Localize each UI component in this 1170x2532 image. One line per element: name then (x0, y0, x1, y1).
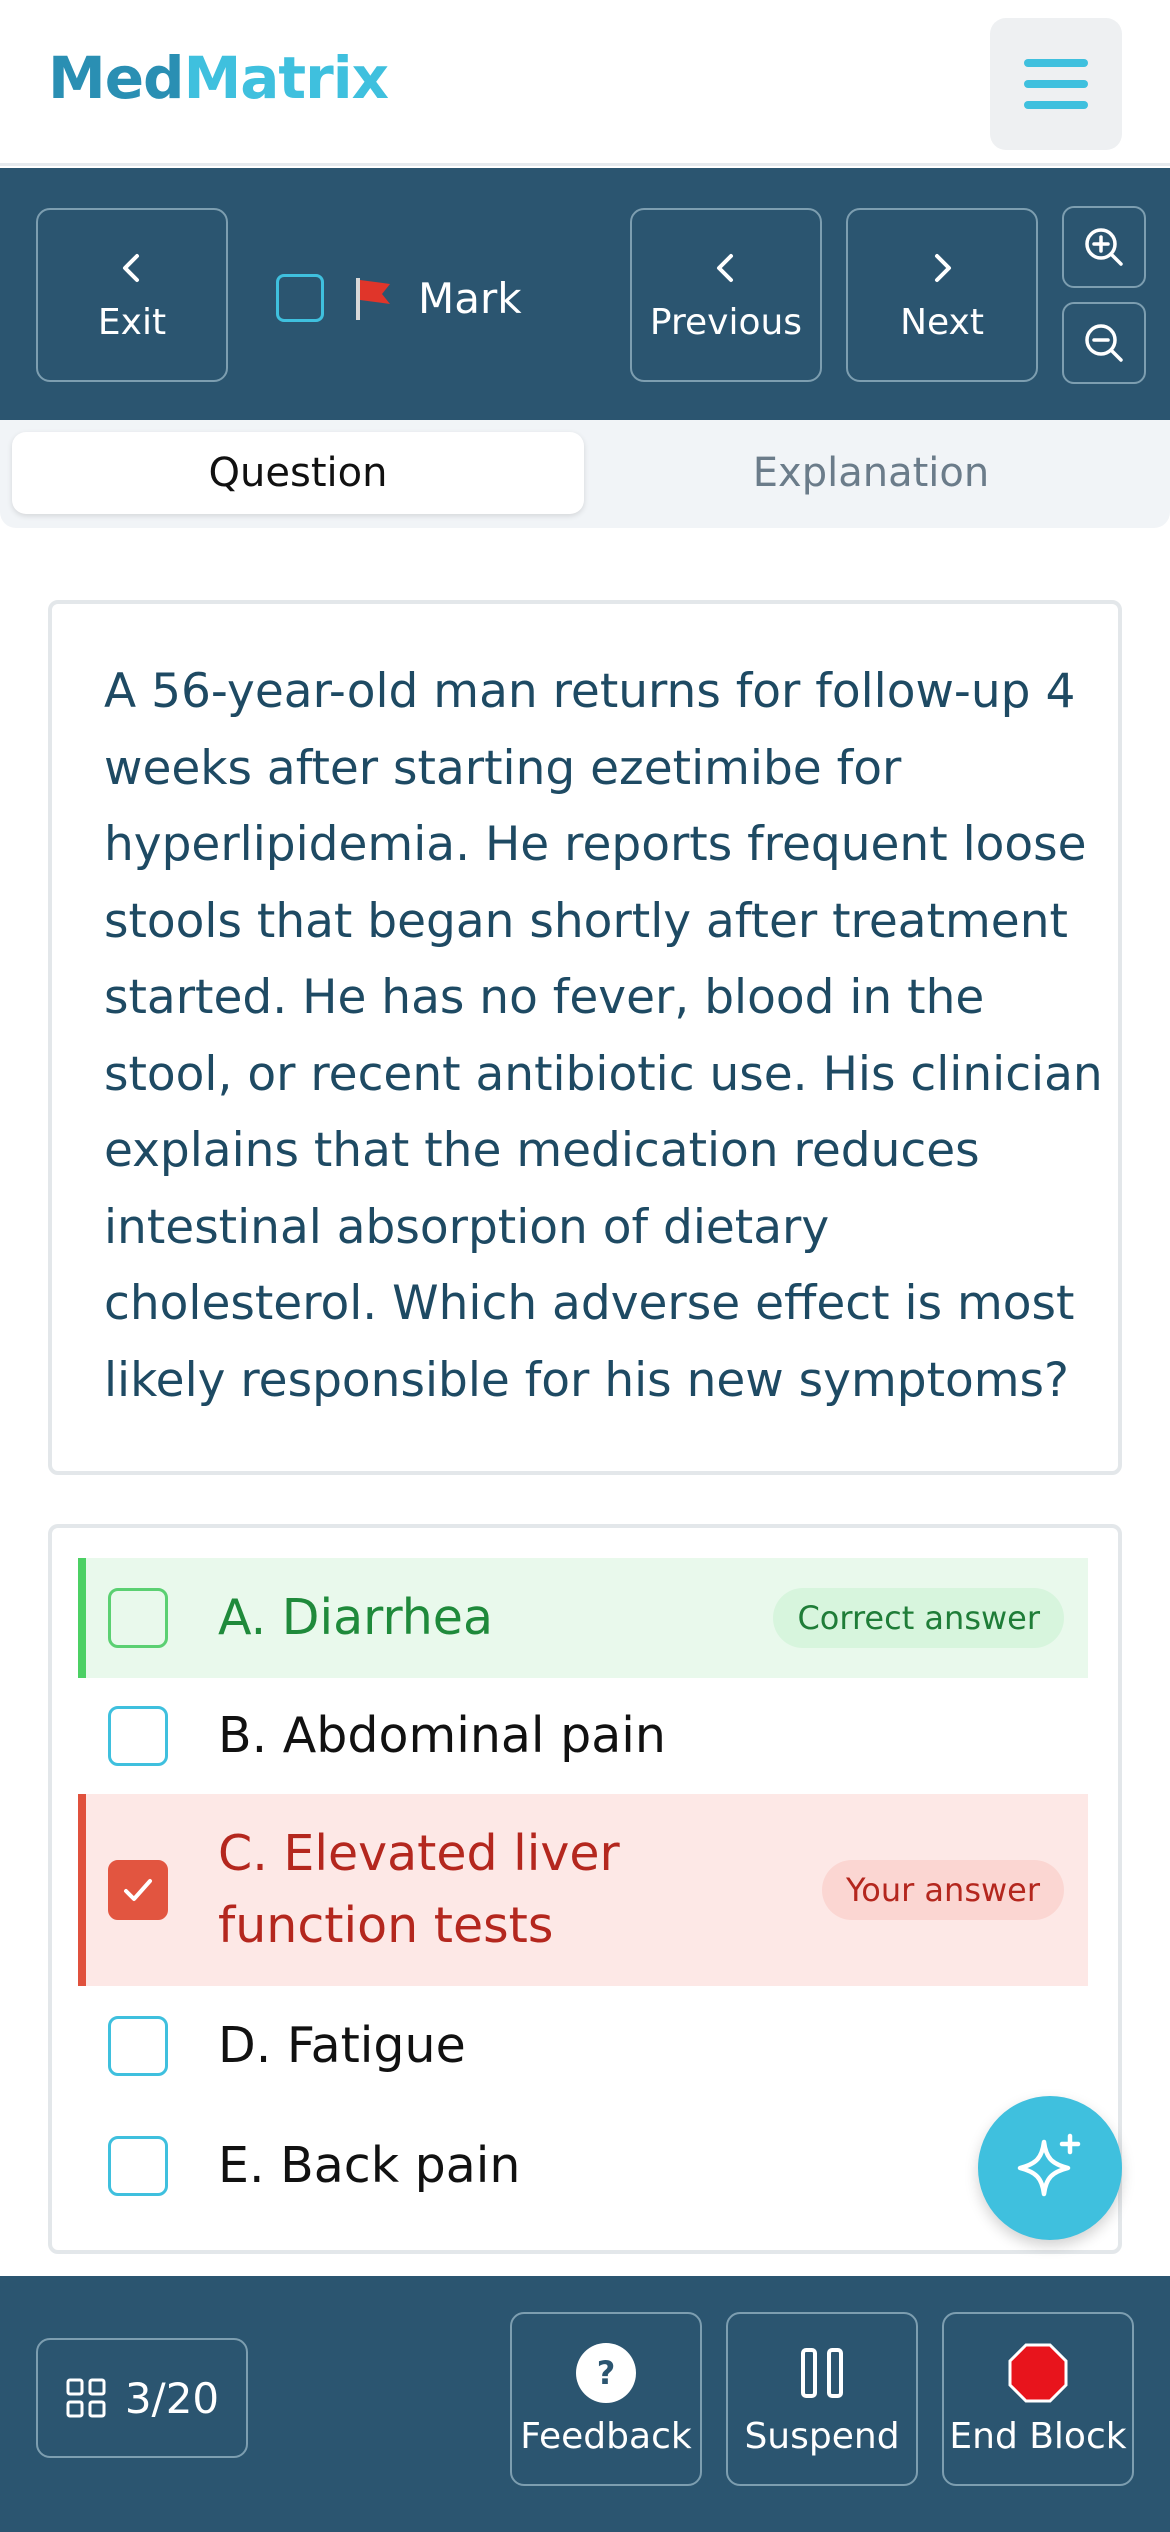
option-b-label: B. Abdominal pain (218, 1707, 666, 1764)
your-answer-badge: Your answer (821, 1860, 1064, 1920)
app-header: MedMatrix (0, 0, 1170, 166)
exit-label: Exit (97, 301, 167, 343)
zoom-in-icon (1085, 228, 1123, 266)
tab-question[interactable]: Question (12, 432, 584, 514)
option-d-checkbox[interactable] (108, 2016, 168, 2076)
feedback-label: Feedback (520, 2415, 692, 2457)
ai-assistant-button[interactable] (978, 2096, 1122, 2240)
question-toolbar: Exit Mark Previous Next (0, 168, 1170, 420)
answer-option-e[interactable]: E. Back pain (78, 2106, 1088, 2226)
zoom-out-icon (1085, 324, 1123, 362)
logo-part-med: Med (48, 44, 185, 112)
question-stem: A 56-year-old man returns for follow-up … (104, 664, 1103, 1408)
question-card: A 56-year-old man returns for follow-up … (48, 600, 1122, 1475)
option-e-label: E. Back pain (218, 2137, 521, 2194)
correct-answer-badge: Correct answer (773, 1588, 1064, 1648)
answer-option-c[interactable]: C. Elevated liver function tests Your an… (78, 1794, 1088, 1986)
next-label: Next (900, 301, 984, 343)
option-c-label: C. Elevated liver function tests (218, 1825, 620, 1954)
suspend-button[interactable]: Suspend (726, 2312, 918, 2486)
question-navigator-button[interactable]: 3/20 (36, 2338, 248, 2458)
app-logo: MedMatrix (48, 44, 389, 112)
flag-icon (356, 278, 390, 320)
option-c-checkbox[interactable] (108, 1860, 168, 1920)
help-icon: ? (576, 2342, 636, 2403)
logo-part-matrix: Matrix (183, 44, 389, 112)
answer-options-card: A. Diarrhea Correct answer B. Abdominal … (48, 1524, 1122, 2254)
chevron-left-icon (123, 253, 139, 282)
previous-label: Previous (649, 301, 803, 343)
next-button[interactable]: Next (846, 208, 1038, 382)
option-a-label: A. Diarrhea (218, 1589, 493, 1646)
option-b-checkbox[interactable] (108, 1706, 168, 1766)
zoom-in-button[interactable] (1062, 206, 1146, 288)
checkmark-icon (124, 1879, 152, 1901)
sparkle-icon (1017, 2133, 1081, 2197)
mark-checkbox[interactable] (276, 274, 324, 322)
bottom-bar: 3/20 ? Feedback Suspend End Block (0, 2276, 1170, 2532)
answer-option-a[interactable]: A. Diarrhea Correct answer (78, 1558, 1088, 1678)
suspend-label: Suspend (744, 2415, 900, 2457)
chevron-right-icon (935, 253, 951, 282)
hamburger-menu-icon[interactable] (990, 18, 1122, 150)
question-tabs: Question Explanation (0, 420, 1170, 528)
end-block-button[interactable]: End Block (942, 2312, 1134, 2486)
mark-toggle[interactable]: Mark (276, 268, 522, 328)
zoom-out-button[interactable] (1062, 302, 1146, 384)
feedback-button[interactable]: ? Feedback (510, 2312, 702, 2486)
option-e-checkbox[interactable] (108, 2136, 168, 2196)
mark-label: Mark (418, 273, 522, 323)
answer-option-b[interactable]: B. Abdominal pain (78, 1678, 1088, 1794)
grid-icon (66, 2378, 106, 2418)
svg-text:?: ? (597, 2354, 616, 2392)
pause-icon (801, 2347, 843, 2398)
question-counter: 3/20 (124, 2373, 220, 2423)
option-d-label: D. Fatigue (218, 2017, 466, 2074)
exit-button[interactable]: Exit (36, 208, 228, 382)
chevron-left-icon (717, 253, 733, 282)
stop-icon (1008, 2343, 1068, 2402)
end-block-label: End Block (949, 2415, 1127, 2457)
previous-button[interactable]: Previous (630, 208, 822, 382)
tab-explanation[interactable]: Explanation (584, 432, 1158, 514)
answer-option-d[interactable]: D. Fatigue (78, 1986, 1088, 2106)
option-a-checkbox[interactable] (108, 1588, 168, 1648)
